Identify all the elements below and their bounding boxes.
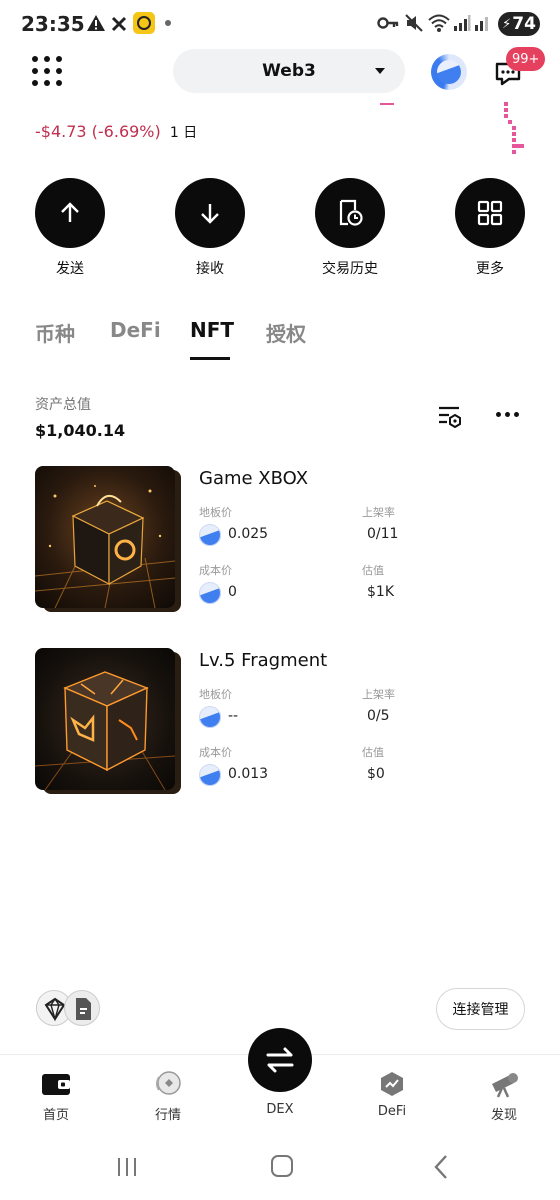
- estimate-label: 估值: [362, 746, 384, 759]
- battery-level: 74: [512, 14, 536, 34]
- battery-indicator: ⚡ 74: [498, 12, 540, 36]
- history-icon: [339, 199, 363, 226]
- listed-rate-value: 0/5: [367, 708, 390, 724]
- pnl-change: -$4.73 (-6.69%): [35, 122, 161, 141]
- telescope-icon: [492, 1073, 518, 1098]
- nav-defi[interactable]: DeFi: [357, 1070, 427, 1119]
- nft-cube-image: [35, 466, 175, 608]
- x-app-icon: [111, 16, 127, 32]
- nav-home[interactable]: 首页: [21, 1070, 91, 1123]
- pnl-period: 1 日: [169, 125, 198, 141]
- filter-settings-icon[interactable]: [437, 404, 463, 428]
- more-notifications-dot-icon: [165, 20, 171, 26]
- sparkline-dash: [380, 103, 394, 105]
- estimate-value: $0: [367, 766, 385, 782]
- floor-price-value: 0.025: [228, 526, 269, 542]
- warning-icon: [87, 15, 105, 31]
- total-value-label: 资产总值: [35, 397, 91, 413]
- market-icon: [156, 1071, 181, 1095]
- more-actions-button[interactable]: 更多: [455, 178, 525, 278]
- more-options-icon[interactable]: [496, 412, 519, 417]
- nav-defi-label: DeFi: [377, 1104, 407, 1119]
- history-label: 交易历史: [322, 261, 378, 277]
- nft-collection-item[interactable]: Lv.5 Fragment 地板价 -- 上架率 0/5 成本价 0.013 估…: [35, 648, 525, 808]
- cost-price-value: 0: [228, 584, 237, 600]
- status-time: 23:35: [21, 12, 85, 36]
- send-button[interactable]: 发送: [35, 178, 105, 278]
- swap-icon: [266, 1047, 294, 1073]
- arrow-up-icon: [61, 202, 79, 222]
- account-avatar[interactable]: [431, 54, 467, 90]
- send-label: 发送: [56, 261, 84, 277]
- tab-coins[interactable]: 币种: [35, 318, 75, 347]
- key-icon: [377, 17, 399, 29]
- nav-dex-button[interactable]: [248, 1028, 312, 1092]
- connected-dapps[interactable]: [36, 990, 106, 1028]
- more-label: 更多: [476, 261, 504, 277]
- home-icon[interactable]: [271, 1155, 293, 1177]
- cost-price-label: 成本价: [199, 564, 232, 577]
- app-notification-icon: [133, 12, 155, 34]
- document-icon: [76, 998, 91, 1020]
- nft-name: Game XBOX: [199, 468, 309, 489]
- cost-price-label: 成本价: [199, 746, 232, 759]
- receive-label: 接收: [196, 261, 224, 277]
- nav-market[interactable]: 行情: [133, 1070, 203, 1123]
- sparkline-chart: [504, 102, 524, 154]
- floor-price-label: 地板价: [199, 506, 232, 519]
- dapp-avatar: [64, 990, 100, 1026]
- connection-manage-button[interactable]: 连接管理: [436, 988, 525, 1030]
- listed-rate-label: 上架率: [362, 688, 395, 701]
- token-icon: [199, 524, 221, 546]
- nav-discover[interactable]: 发现: [469, 1070, 539, 1123]
- nft-thumbnail[interactable]: [35, 648, 183, 796]
- signal-2-icon: [475, 17, 488, 31]
- caret-down-icon: [375, 68, 385, 74]
- arrow-down-icon: [201, 204, 219, 224]
- wallet-icon: [42, 1074, 70, 1095]
- pnl-row: -$4.73 (-6.69%) 1 日: [35, 122, 197, 142]
- tab-defi[interactable]: DeFi: [110, 318, 161, 342]
- recent-apps-icon[interactable]: [116, 1156, 138, 1178]
- token-icon: [199, 764, 221, 786]
- defi-icon: [381, 1072, 403, 1096]
- mute-icon: [405, 14, 423, 32]
- wifi-icon: [428, 14, 450, 32]
- estimate-value: $1K: [367, 584, 394, 600]
- nav-home-label: 首页: [42, 1108, 69, 1123]
- wallet-selector[interactable]: Web3: [173, 49, 405, 93]
- receive-button[interactable]: 接收: [175, 178, 245, 278]
- nft-collection-item[interactable]: Game XBOX 地板价 0.025 上架率 0/11 成本价 0 估值 $1…: [35, 466, 525, 626]
- nft-name: Lv.5 Fragment: [199, 650, 328, 671]
- history-button[interactable]: 交易历史: [315, 178, 385, 278]
- back-icon[interactable]: [432, 1154, 450, 1180]
- status-bar: 23:35 ⚡ 74: [0, 0, 560, 50]
- tab-nft[interactable]: NFT: [190, 318, 234, 342]
- cost-price-value: 0.013: [228, 766, 269, 782]
- wallet-name: Web3: [262, 61, 316, 81]
- tab-authorization[interactable]: 授权: [266, 318, 306, 347]
- apps-menu-button[interactable]: [32, 56, 62, 86]
- grid-icon: [477, 200, 503, 226]
- total-value: $1,040.14: [35, 421, 126, 440]
- message-count-badge: 99+: [506, 47, 546, 71]
- nft-fragment-image: [35, 648, 175, 790]
- nav-market-label: 行情: [154, 1108, 181, 1123]
- active-tab-indicator: [190, 357, 230, 360]
- floor-price-value: --: [228, 708, 239, 724]
- nav-dex-label: DEX: [266, 1102, 294, 1117]
- nav-discover-label: 发现: [490, 1108, 517, 1123]
- charging-icon: ⚡: [502, 16, 512, 32]
- signal-icon: [454, 15, 471, 31]
- listed-rate-value: 0/11: [367, 526, 399, 542]
- token-icon: [199, 582, 221, 604]
- floor-price-label: 地板价: [199, 688, 232, 701]
- listed-rate-label: 上架率: [362, 506, 395, 519]
- token-icon: [199, 706, 221, 728]
- nft-thumbnail[interactable]: [35, 466, 183, 614]
- estimate-label: 估值: [362, 564, 384, 577]
